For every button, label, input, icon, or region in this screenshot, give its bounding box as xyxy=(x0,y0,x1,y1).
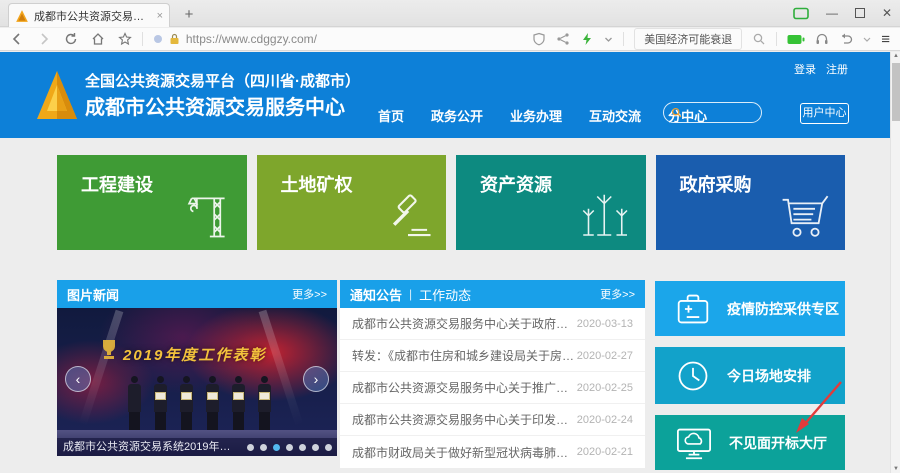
cart-icon xyxy=(779,190,833,242)
scrollbar-up-icon[interactable]: ▲ xyxy=(892,53,900,59)
site-search-input[interactable] xyxy=(663,102,762,123)
notice-row[interactable]: 成都市财政局关于做好新型冠状病毒肺炎疫情防控... 2020-02-21 xyxy=(340,436,645,468)
notice-row[interactable]: 成都市公共资源交易服务中心关于推广以电子保函... 2020-02-25 xyxy=(340,372,645,404)
carousel-next-button[interactable]: › xyxy=(303,366,329,392)
carousel-caption: 成都市公共资源交易系统2019年度... xyxy=(57,438,337,456)
notices-header: 通知公告 | 工作动态 更多>> xyxy=(340,280,645,308)
news-ticker[interactable]: 美国经济可能衰退 xyxy=(634,28,742,50)
battery-icon[interactable] xyxy=(787,34,805,45)
center-title: 成都市公共资源交易服务中心 xyxy=(85,91,345,120)
browser-toolbar: https://www.cdggzy.com/ 美国经济可能衰退 ≡ xyxy=(0,28,900,51)
notice-list: 成都市公共资源交易服务中心关于政府采购电子化... 2020-03-13 转发：… xyxy=(340,308,645,468)
search-icon[interactable] xyxy=(752,32,766,46)
crane-icon xyxy=(183,186,235,242)
back-icon[interactable] xyxy=(10,32,24,46)
carousel-prev-button[interactable]: ‹ xyxy=(65,366,91,392)
browser-mode-icon[interactable] xyxy=(793,7,809,20)
annotation-arrow-icon xyxy=(793,378,845,436)
main-nav: 首页 政务公开 业务办理 互动交流 分中心 xyxy=(378,106,707,125)
address-bar[interactable]: https://www.cdggzy.com/ xyxy=(153,32,532,46)
flash-icon[interactable] xyxy=(580,32,594,46)
site-header: 全国公共资源交易平台（四川省·成都市） 成都市公共资源交易服务中心 登录 注册 … xyxy=(0,52,890,138)
news-carousel[interactable]: 2019年度工作表彰 ‹ › 成都市公共资源交易系统2019年度... xyxy=(57,308,337,456)
user-center-button[interactable]: 用户中心 xyxy=(800,103,849,124)
nav-gov-disclosure[interactable]: 政务公开 xyxy=(431,106,483,125)
browser-tab[interactable]: 成都市公共资源交易服务中心 × xyxy=(8,3,170,27)
stage-banner-text: 2019年度工作表彰 xyxy=(123,344,266,365)
picture-news-header: 图片新闻 更多>> xyxy=(57,280,337,308)
tab-close-icon[interactable]: × xyxy=(157,10,163,22)
notices-title[interactable]: 通知公告 xyxy=(350,285,402,304)
tile-engineering[interactable]: 工程建设 xyxy=(57,155,247,250)
notice-row[interactable]: 成都市公共资源交易服务中心关于印发《成都市20... 2020-02-24 xyxy=(340,404,645,436)
web-page: 全国公共资源交易平台（四川省·成都市） 成都市公共资源交易服务中心 登录 注册 … xyxy=(0,52,900,473)
trophy-icon xyxy=(99,338,119,360)
notice-row[interactable]: 转发：《成都市住房和城乡建设局关于房屋建筑和... 2020-02-27 xyxy=(340,340,645,372)
nav-business[interactable]: 业务办理 xyxy=(510,106,562,125)
url-text[interactable]: https://www.cdggzy.com/ xyxy=(186,32,317,46)
site-logo-icon xyxy=(36,69,78,121)
home-icon[interactable] xyxy=(91,32,105,46)
page-scrollbar[interactable]: ▲ ▼ xyxy=(890,52,900,473)
site-search-icon xyxy=(671,107,682,118)
menu-icon[interactable]: ≡ xyxy=(881,31,890,48)
close-button[interactable]: ✕ xyxy=(882,3,892,23)
picture-news-more-link[interactable]: 更多>> xyxy=(292,286,327,302)
wind-turbine-icon xyxy=(578,186,634,242)
site-info-icon[interactable] xyxy=(153,34,163,44)
picture-news-title: 图片新闻 xyxy=(67,285,119,304)
tab-title: 成都市公共资源交易服务中心 xyxy=(34,8,152,24)
nav-home[interactable]: 首页 xyxy=(378,106,404,125)
tile-procurement[interactable]: 政府采购 xyxy=(656,155,846,250)
work-updates-tab[interactable]: 工作动态 xyxy=(419,285,471,304)
undo-icon[interactable] xyxy=(839,32,853,46)
scrollbar-thumb[interactable] xyxy=(892,63,900,121)
scrollbar-down-icon[interactable]: ▼ xyxy=(892,466,900,472)
nav-interaction[interactable]: 互动交流 xyxy=(589,106,641,125)
login-link[interactable]: 登录 xyxy=(794,61,816,77)
refresh-icon[interactable] xyxy=(64,32,78,46)
headset-icon[interactable] xyxy=(815,32,829,46)
titlebar: 成都市公共资源交易服务中心 × + — ✕ xyxy=(0,0,900,27)
tile-assets[interactable]: 资产资源 xyxy=(456,155,646,250)
category-tiles: 工程建设 土地矿权 资产资源 xyxy=(57,155,845,250)
minimize-button[interactable]: — xyxy=(826,3,838,23)
chevron-down-small-icon[interactable] xyxy=(863,35,871,43)
platform-title: 全国公共资源交易平台（四川省·成都市） xyxy=(85,70,360,91)
forward-icon[interactable] xyxy=(37,32,51,46)
favorites-star-icon[interactable] xyxy=(118,32,132,46)
monitor-cloud-icon xyxy=(675,426,713,460)
notices-more-link[interactable]: 更多>> xyxy=(600,286,635,302)
maximize-button[interactable] xyxy=(855,8,865,18)
lock-icon xyxy=(169,33,180,45)
register-link[interactable]: 注册 xyxy=(826,61,848,77)
browser-window: 成都市公共资源交易服务中心 × + — ✕ https://ww xyxy=(0,0,900,473)
first-aid-kit-icon xyxy=(675,292,711,326)
gavel-icon xyxy=(382,190,434,242)
chevron-down-icon[interactable] xyxy=(604,35,613,44)
new-tab-button[interactable]: + xyxy=(178,5,200,25)
sidebar-epidemic-zone-button[interactable]: 疫情防控采供专区 xyxy=(655,281,845,336)
carousel-dots[interactable] xyxy=(247,444,332,451)
shield-icon[interactable] xyxy=(532,32,546,46)
clock-icon xyxy=(675,358,711,394)
tile-land-mining[interactable]: 土地矿权 xyxy=(257,155,447,250)
share-icon[interactable] xyxy=(556,32,570,46)
notice-row[interactable]: 成都市公共资源交易服务中心关于政府采购电子化... 2020-03-13 xyxy=(340,308,645,340)
favicon-icon xyxy=(15,9,29,23)
